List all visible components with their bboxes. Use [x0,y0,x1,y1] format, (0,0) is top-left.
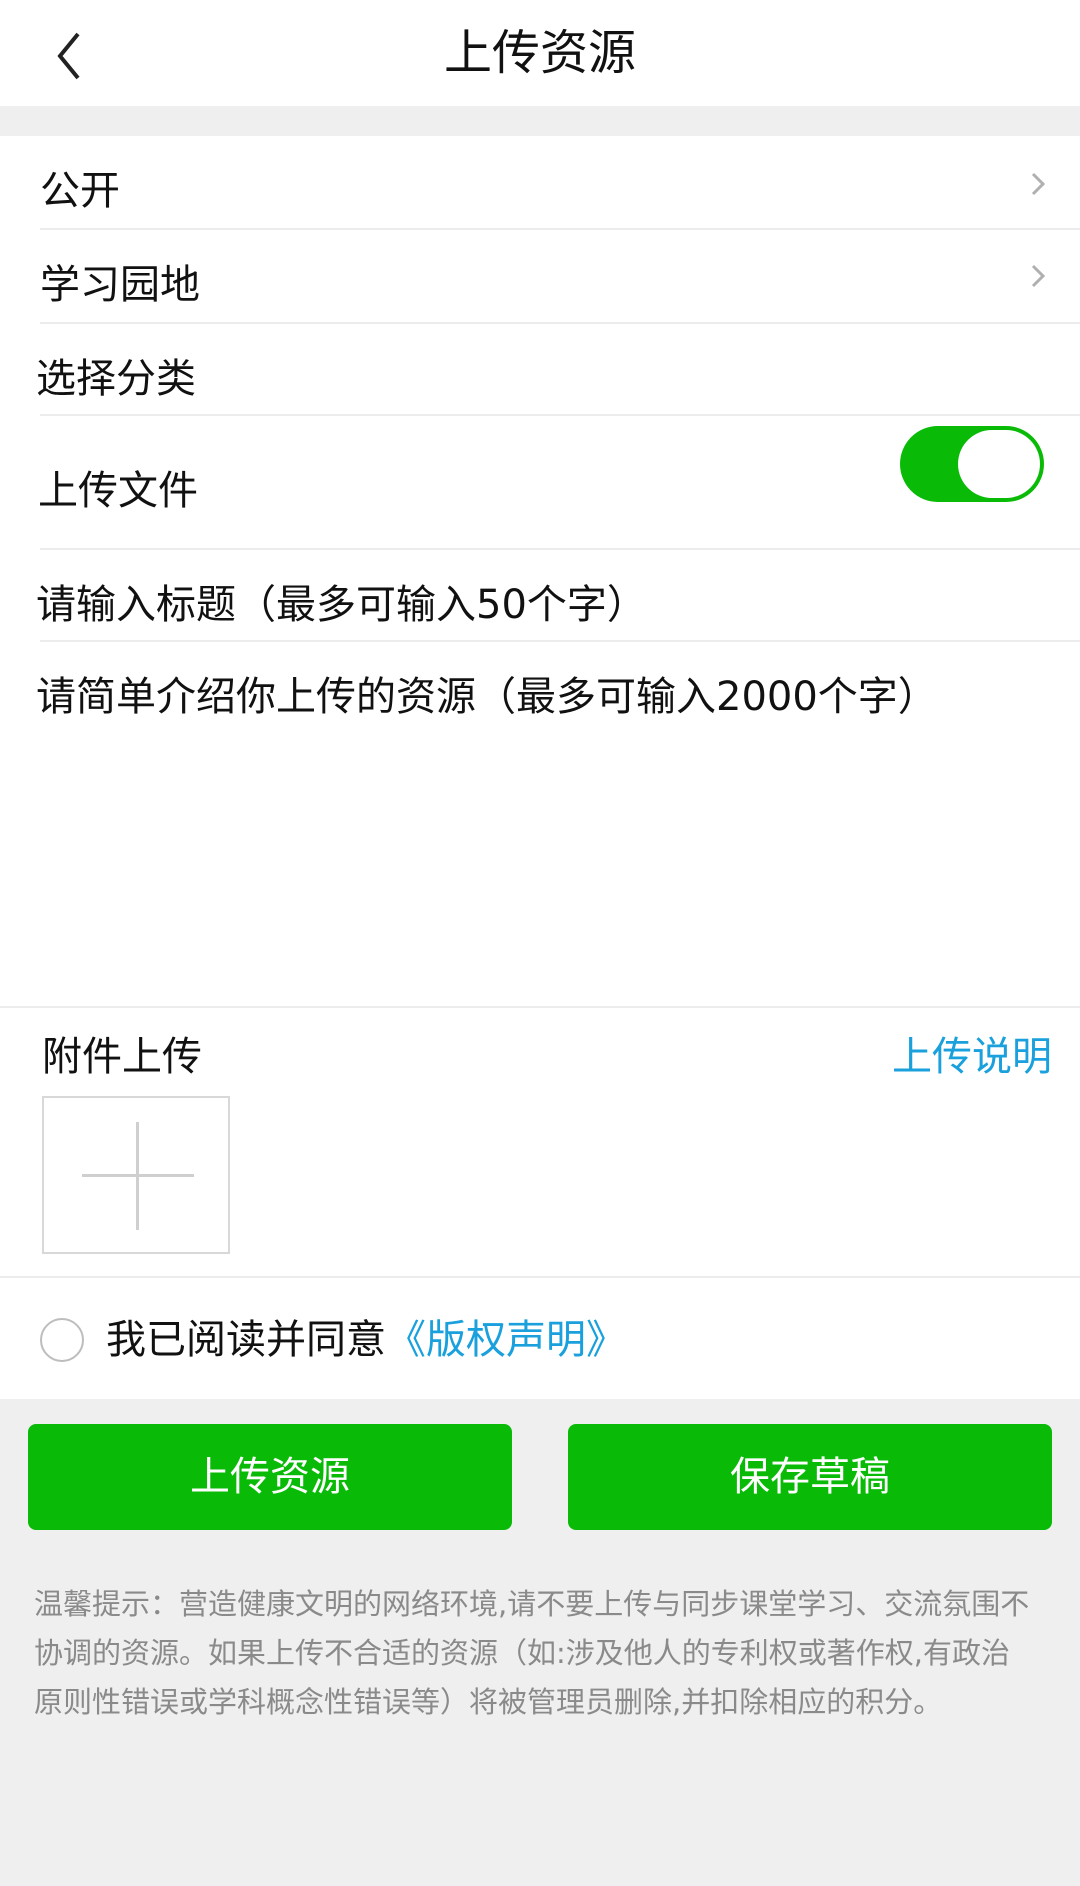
toggle-knob [958,430,1040,498]
chevron-right-icon [1031,172,1046,196]
board-row[interactable]: 学习园地 [0,230,1080,322]
save-draft-button[interactable]: 保存草稿 [568,1424,1052,1530]
page-title: 上传资源 [443,25,636,81]
upload-file-label: 上传文件 [38,468,198,514]
warm-tip-text: 温馨提示：营造健康文明的网络环境,请不要上传与同步课堂学习、交流氛围不协调的资源… [34,1587,1030,1719]
select-category-link[interactable]: 选择分类 [36,346,196,404]
divider [40,414,1080,416]
add-attachment-button[interactable] [42,1096,230,1254]
category-row[interactable]: 选择分类 [0,324,1080,414]
title-input[interactable]: 请输入标题（最多可输入50个字） [0,550,1080,640]
visibility-value: 公开 [40,168,120,214]
copyright-link[interactable]: 《版权声明》 [386,1317,626,1363]
agreement-label: 我已阅读并同意 [106,1317,386,1363]
back-button[interactable] [40,24,100,84]
agreement-radio[interactable] [40,1318,84,1362]
upload-help-link[interactable]: 上传说明 [892,1024,1052,1082]
divider [0,1006,1080,1008]
chevron-right-icon [1031,264,1046,288]
attachment-label: 附件上传 [42,1034,202,1080]
upload-file-toggle[interactable] [900,426,1044,502]
board-value: 学习园地 [40,262,200,308]
header-bar: 上传资源 [0,0,1080,106]
chevron-left-icon [57,32,80,80]
visibility-row[interactable]: 公开 [0,136,1080,228]
agreement-text: 我已阅读并同意《版权声明》 [106,1310,626,1370]
upload-resource-button[interactable]: 上传资源 [28,1424,512,1530]
description-placeholder: 请简单介绍你上传的资源（最多可输入2000个字） [36,674,938,720]
upload-form: 公开 学习园地 选择分类 上传文件 请输入标题（最多可输入50个字） 请简单介绍… [0,136,1080,1399]
title-placeholder: 请输入标题（最多可输入50个字） [36,582,647,628]
divider [0,1276,1080,1278]
